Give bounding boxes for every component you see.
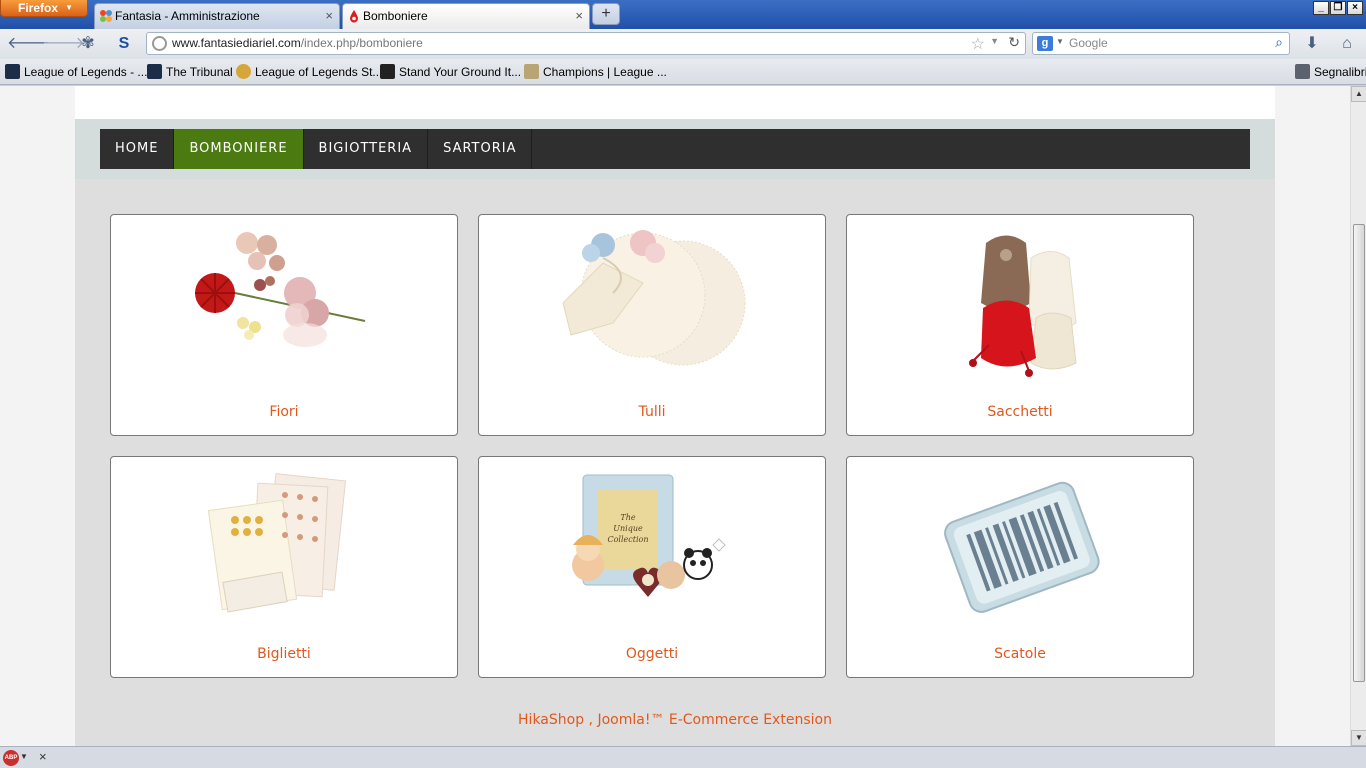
- bookmark-label: The Tribunal: [166, 65, 233, 79]
- tab-title: Bomboniere: [363, 9, 428, 23]
- page-viewport: HOME BOMBONIERE BIGIOTTERIA SARTORIA Fio…: [0, 86, 1350, 746]
- bookmarks-star-icon: [1295, 64, 1310, 79]
- site-container: HOME BOMBONIERE BIGIOTTERIA SARTORIA Fio…: [75, 86, 1275, 746]
- chevron-down-icon[interactable]: ▼: [1056, 37, 1064, 46]
- scroll-up-icon[interactable]: ▲: [1351, 86, 1366, 102]
- barcode-box-image: [944, 481, 1100, 613]
- category-label[interactable]: Oggetti: [479, 646, 825, 662]
- drop-icon: [350, 10, 358, 23]
- adblock-plus-icon[interactable]: ABP: [3, 750, 19, 766]
- category-card-biglietti[interactable]: Biglietti: [110, 456, 458, 678]
- site-icon: [380, 64, 395, 79]
- reload-icon[interactable]: ↻: [1008, 34, 1020, 51]
- main-menu: HOME BOMBONIERE BIGIOTTERIA SARTORIA: [100, 129, 1250, 169]
- category-card-oggetti[interactable]: The Unique Collection Oggetti: [478, 456, 826, 678]
- bags-image: [969, 235, 1077, 377]
- category-label[interactable]: Sacchetti: [847, 404, 1193, 420]
- url-text[interactable]: www.fantasiediariel.com/index.php/bombon…: [172, 33, 423, 54]
- sword-icon: [524, 64, 539, 79]
- search-icon[interactable]: ⌕: [1275, 34, 1283, 51]
- firefox-menu-button[interactable]: Firefox ▼: [0, 0, 88, 17]
- lol-icon: [147, 64, 162, 79]
- menu-item-bomboniere[interactable]: BOMBONIERE: [174, 129, 304, 169]
- addon-bar: ABP ▼ ×: [0, 746, 1366, 768]
- objects-image: The Unique Collection: [572, 474, 726, 597]
- category-card-tulli[interactable]: Tulli: [478, 214, 826, 436]
- bookmark-item[interactable]: Stand Your Ground It...: [380, 64, 521, 80]
- lol-esports-icon: [236, 64, 251, 79]
- bookmarks-menu-label: Segnalibri: [1314, 65, 1366, 79]
- category-label[interactable]: Fiori: [111, 404, 457, 420]
- bookmark-label: Stand Your Ground It...: [399, 65, 522, 79]
- lol-icon: [5, 64, 20, 79]
- menu-item-bigiotteria[interactable]: BIGIOTTERIA: [304, 129, 429, 169]
- bookmark-item[interactable]: League of Legends St...: [236, 64, 382, 80]
- tab-bomboniere[interactable]: Bomboniere ×: [342, 3, 590, 29]
- svg-text:Collection: Collection: [607, 535, 648, 544]
- forward-icon[interactable]: 🡒: [42, 34, 85, 54]
- minimize-icon[interactable]: _: [1313, 1, 1329, 15]
- google-icon[interactable]: g: [1037, 36, 1053, 51]
- close-window-icon[interactable]: ×: [1347, 1, 1363, 15]
- navigation-toolbar: 🡐 🡒 ✾ S www.fantasiediariel.com/index.ph…: [0, 29, 1366, 59]
- tab-amministrazione[interactable]: Fantasia - Amministrazione ×: [94, 3, 340, 29]
- search-input[interactable]: Google: [1069, 33, 1108, 54]
- bookmark-item[interactable]: The Tribunal: [147, 64, 233, 80]
- search-bar[interactable]: g ▼ Google ⌕: [1032, 32, 1290, 55]
- site-header: [75, 86, 1275, 119]
- joomla-icon: [100, 10, 112, 22]
- vertical-scrollbar[interactable]: ▲ ▼: [1350, 86, 1366, 746]
- tab-title: Fantasia - Amministrazione: [115, 9, 260, 23]
- hikashop-footer-link[interactable]: HikaShop , Joomla!™ E-Commerce Extension: [75, 712, 1275, 728]
- flowers-image: [195, 232, 366, 347]
- svg-text:The: The: [620, 513, 635, 522]
- bookmark-label: League of Legends St...: [255, 65, 383, 79]
- chevron-down-icon[interactable]: ▼: [990, 36, 999, 46]
- firefox-menu-label: Firefox: [18, 1, 59, 15]
- category-label[interactable]: Biglietti: [111, 646, 457, 662]
- bookmark-label: Champions | League ...: [543, 65, 667, 79]
- category-card-scatole[interactable]: Scatole: [846, 456, 1194, 678]
- back-icon[interactable]: 🡐: [7, 34, 50, 54]
- home-icon[interactable]: ⌂: [1336, 34, 1358, 54]
- bookmarks-toolbar: League of Legends - ... The Tribunal Lea…: [0, 59, 1366, 85]
- category-label[interactable]: Tulli: [479, 404, 825, 420]
- bookmark-item[interactable]: Champions | League ...: [524, 64, 667, 80]
- cards-image: [207, 473, 347, 613]
- scroll-down-icon[interactable]: ▼: [1351, 730, 1366, 746]
- menu-item-home[interactable]: HOME: [100, 129, 175, 169]
- bookmarks-menu-button[interactable]: Segnalibri: [1295, 64, 1366, 80]
- address-bar[interactable]: www.fantasiediariel.com/index.php/bombon…: [146, 32, 1026, 55]
- bookmark-star-icon[interactable]: ☆: [971, 34, 985, 54]
- category-card-fiori[interactable]: Fiori: [110, 214, 458, 436]
- category-label[interactable]: Scatole: [847, 646, 1193, 662]
- menu-item-sartoria[interactable]: SARTORIA: [428, 129, 533, 169]
- menu-band: HOME BOMBONIERE BIGIOTTERIA SARTORIA: [75, 119, 1275, 179]
- close-addon-bar-icon[interactable]: ×: [39, 749, 47, 764]
- tulle-image: [562, 230, 746, 366]
- url-path: /index.php/bomboniere: [300, 36, 423, 50]
- globe-icon: [152, 36, 167, 51]
- restore-icon[interactable]: ❐: [1330, 1, 1346, 15]
- close-tab-icon[interactable]: ×: [575, 4, 583, 28]
- skype-icon[interactable]: S: [113, 34, 135, 54]
- scrollbar-thumb[interactable]: [1353, 224, 1365, 682]
- bookmark-label: League of Legends - ...: [24, 65, 148, 79]
- bookmark-item[interactable]: League of Legends - ...: [5, 64, 147, 80]
- chevron-down-icon[interactable]: ▼: [20, 752, 28, 761]
- chevron-down-icon: ▼: [65, 3, 73, 12]
- url-domain: www.fantasiediariel.com: [172, 36, 301, 50]
- close-tab-icon[interactable]: ×: [325, 4, 333, 28]
- svg-text:Unique: Unique: [613, 524, 643, 533]
- new-tab-button[interactable]: +: [592, 3, 620, 25]
- window-titlebar: Firefox ▼ Fantasia - Amministrazione × B…: [0, 0, 1366, 29]
- addon-icon[interactable]: ✾: [77, 34, 99, 54]
- download-icon[interactable]: ⬇: [1301, 34, 1323, 54]
- category-card-sacchetti[interactable]: Sacchetti: [846, 214, 1194, 436]
